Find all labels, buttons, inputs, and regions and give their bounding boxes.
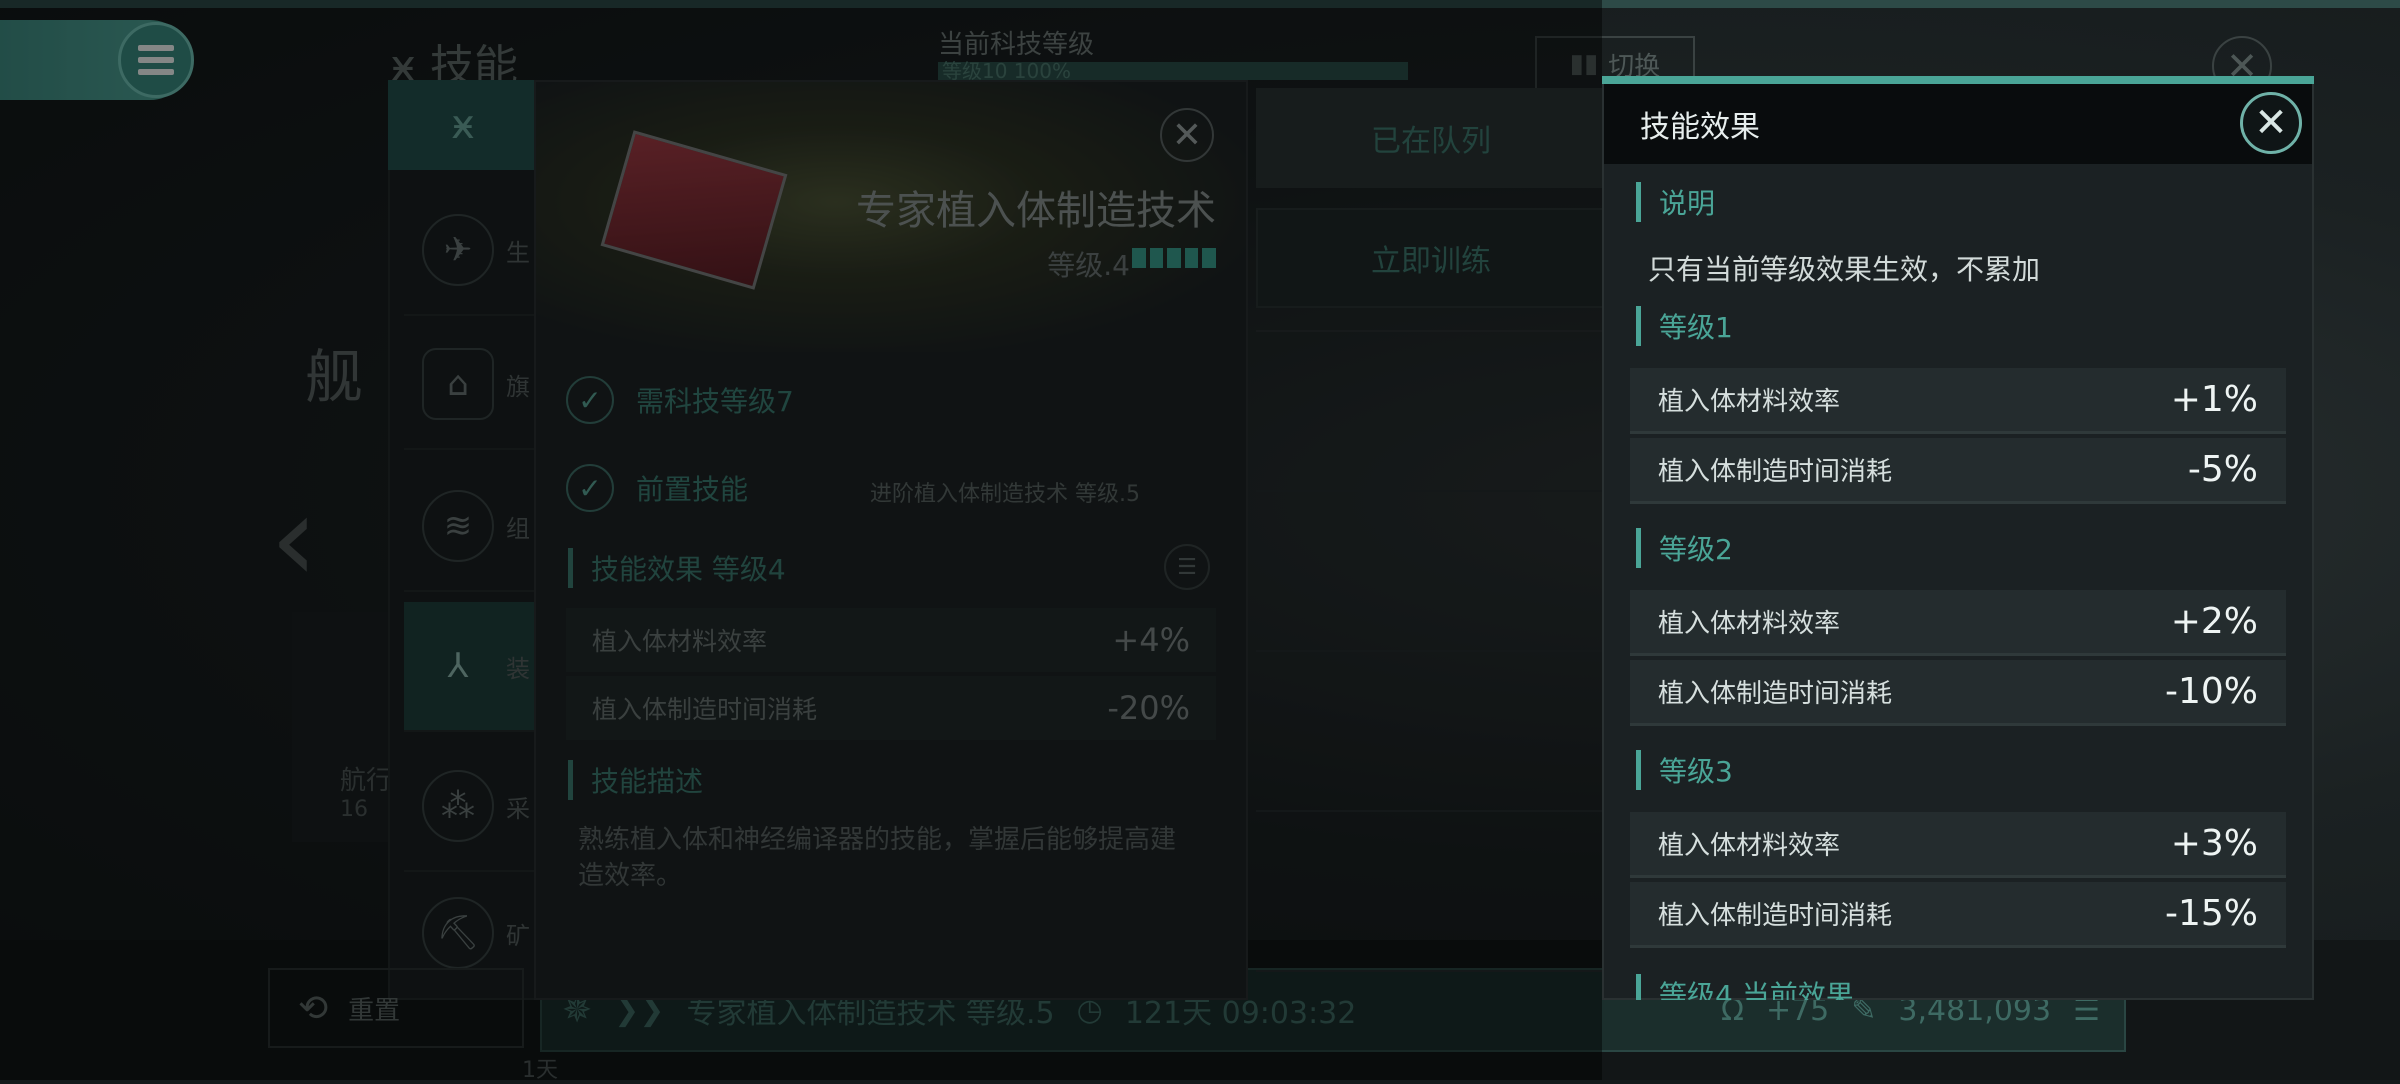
panel-accent-line bbox=[1602, 76, 2314, 84]
level-header-partial: 等级4 当前效果 bbox=[1636, 974, 2236, 1000]
effect-name: 植入体制造时间消耗 bbox=[1658, 901, 1893, 931]
effect-value: -5% bbox=[2187, 449, 2258, 490]
effect-row: 植入体材料效率 +2% bbox=[1630, 590, 2286, 656]
note-text: 只有当前等级效果生效，不累加 bbox=[1648, 253, 2041, 286]
effect-value: +2% bbox=[2170, 601, 2258, 642]
effect-value: -15% bbox=[2164, 893, 2258, 934]
level-header: 等级2 bbox=[1636, 528, 1733, 568]
effect-row: 植入体材料效率 +1% bbox=[1630, 368, 2286, 434]
effect-row: 植入体制造时间消耗 -5% bbox=[1630, 438, 2286, 504]
effect-name: 植入体材料效率 bbox=[1658, 831, 1841, 861]
effect-name: 植入体制造时间消耗 bbox=[1658, 679, 1893, 709]
effect-name: 植入体制造时间消耗 bbox=[1658, 457, 1893, 487]
effect-value: -10% bbox=[2164, 671, 2258, 712]
effect-row: 植入体材料效率 +3% bbox=[1630, 812, 2286, 878]
close-icon: ✕ bbox=[2254, 100, 2288, 146]
effect-value: +3% bbox=[2170, 823, 2258, 864]
effect-row: 植入体制造时间消耗 -15% bbox=[1630, 882, 2286, 948]
level-header: 等级3 bbox=[1636, 750, 1733, 790]
effect-row: 植入体制造时间消耗 -10% bbox=[1630, 660, 2286, 726]
effect-value: +1% bbox=[2170, 379, 2258, 420]
level-header: 等级1 bbox=[1636, 306, 1733, 346]
effect-name: 植入体材料效率 bbox=[1658, 609, 1841, 639]
modal-overlay[interactable] bbox=[0, 0, 1602, 1080]
effect-name: 植入体材料效率 bbox=[1658, 387, 1841, 417]
note-header: 说明 bbox=[1636, 182, 1715, 222]
effects-close-button[interactable]: ✕ bbox=[2240, 92, 2302, 154]
effects-panel-title: 技能效果 bbox=[1604, 84, 2312, 164]
